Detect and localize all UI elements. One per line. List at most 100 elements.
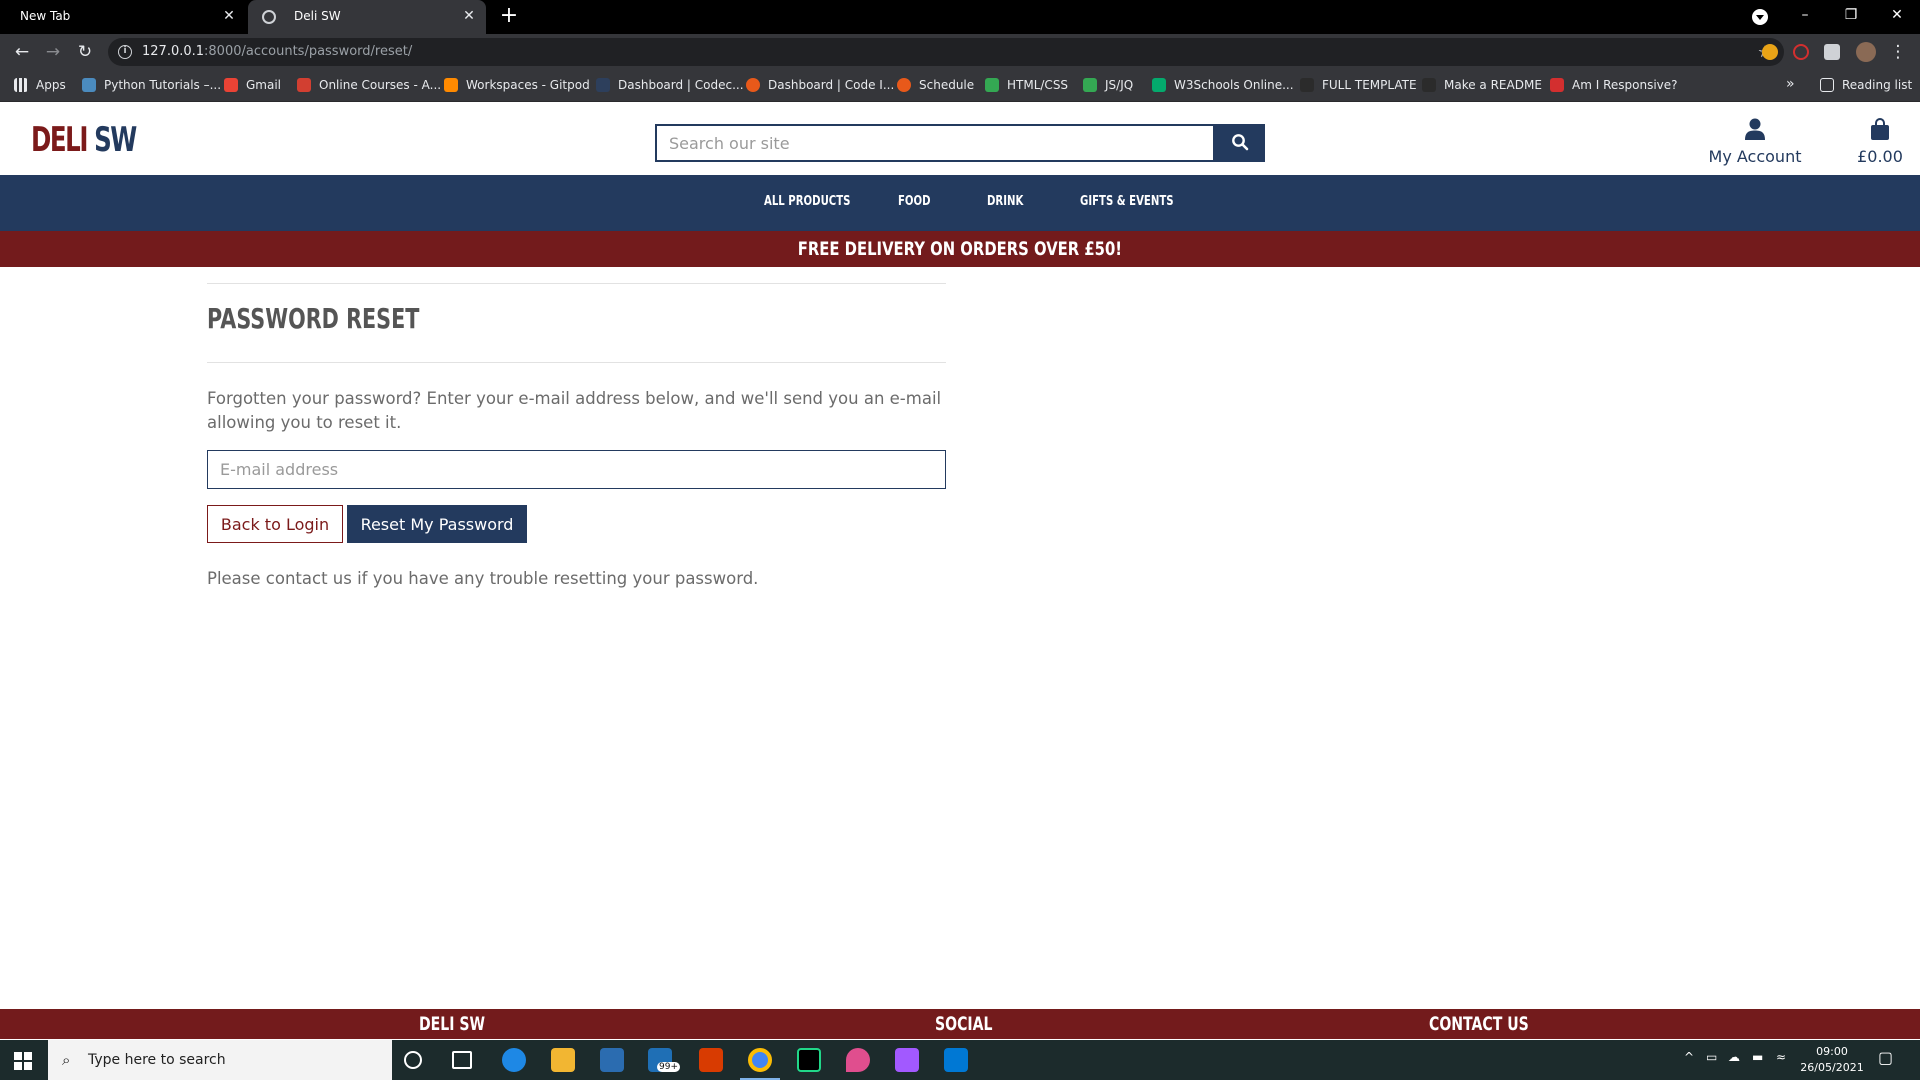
notifications-icon[interactable]: ▢ [1878, 1048, 1893, 1067]
bookmark-label: Gmail [246, 78, 282, 92]
readme-icon [1422, 78, 1436, 92]
vscode-icon[interactable] [944, 1048, 968, 1072]
browser-tab-strip: New Tab ✕ Deli SW ✕ + – ❐ ✕ [0, 0, 1920, 34]
user-icon [1745, 118, 1765, 140]
delivery-banner: FREE DELIVERY ON ORDERS OVER £50! [0, 231, 1920, 267]
bookmark-label: Workspaces - Gitpod [466, 78, 590, 92]
bookmark-label: Dashboard | Code I... [768, 78, 895, 92]
taskbar-search-box[interactable]: ⌕ Type here to search [48, 1040, 392, 1080]
taskbar-search-placeholder: Type here to search [88, 1052, 226, 1068]
task-view-icon[interactable] [452, 1051, 472, 1069]
bookmark-label: Dashboard | Codec... [618, 78, 744, 92]
cortana-icon[interactable] [404, 1051, 422, 1069]
bookmark-dashboard-code-i[interactable]: Dashboard | Code I... [746, 78, 894, 92]
store-icon[interactable] [600, 1048, 624, 1072]
nav-drink[interactable]: DRINK [987, 194, 1023, 209]
python-icon [82, 78, 96, 92]
info-icon[interactable]: i [118, 45, 132, 59]
email-field[interactable] [207, 450, 946, 489]
site-search [655, 124, 1265, 162]
mail-badge: 99+ [657, 1062, 680, 1072]
file-explorer-icon[interactable] [551, 1048, 575, 1072]
my-account-link[interactable]: My Account [1700, 118, 1810, 166]
profile-avatar[interactable] [1856, 42, 1876, 62]
close-icon[interactable]: ✕ [460, 7, 478, 25]
window-close-icon[interactable]: ✕ [1874, 0, 1920, 30]
nav-gifts-events[interactable]: GIFTS & EVENTS [1080, 194, 1174, 209]
new-tab-plus-icon[interactable]: + [498, 5, 520, 27]
bookmark-label: JS/JQ [1105, 78, 1134, 92]
help-text: Please contact us if you have any troubl… [207, 569, 759, 588]
reload-icon[interactable]: ↻ [73, 40, 97, 64]
bookmark-js-jq[interactable]: JS/JQ [1083, 78, 1133, 92]
menu-dots-icon[interactable]: ⋮ [1886, 40, 1910, 64]
js-icon [1083, 78, 1097, 92]
search-input[interactable] [655, 124, 1215, 162]
battery-icon[interactable]: ▬ [1752, 1050, 1763, 1064]
courses-icon [297, 78, 311, 92]
responsive-icon [1550, 78, 1564, 92]
bookmark-label: Online Courses - A... [319, 78, 442, 92]
bookmark-dashboard-codec[interactable]: Dashboard | Codec... [596, 78, 744, 92]
taskbar-clock[interactable]: 09:00 26/05/2021 [1797, 1044, 1867, 1076]
bookmark-python-tutorials[interactable]: Python Tutorials –... [82, 78, 221, 92]
tab-deli-sw[interactable]: Deli SW ✕ [248, 0, 486, 34]
tab-title: Deli SW [294, 9, 341, 23]
wifi-icon[interactable]: ≈ [1776, 1050, 1786, 1064]
extensions-puzzle-icon[interactable] [1824, 44, 1840, 60]
chrome-icon[interactable] [748, 1048, 772, 1072]
search-button[interactable] [1214, 124, 1265, 162]
windows-start-icon[interactable] [14, 1052, 32, 1070]
reset-password-button[interactable]: Reset My Password [347, 505, 527, 543]
extension-block-icon[interactable] [1793, 44, 1809, 60]
nav-food[interactable]: FOOD [898, 194, 931, 209]
extension-g-icon[interactable] [1762, 44, 1778, 60]
button-row: Back to Login Reset My Password [207, 505, 946, 543]
divider [207, 283, 946, 284]
close-icon[interactable]: ✕ [220, 7, 238, 25]
bookmark-online-courses[interactable]: Online Courses - A... [297, 78, 441, 92]
tab-new-tab[interactable]: New Tab ✕ [0, 0, 246, 34]
minimize-icon[interactable]: – [1782, 0, 1828, 30]
bookmark-gmail[interactable]: Gmail [224, 78, 281, 92]
chevron-double-right-icon[interactable]: » [1786, 76, 1795, 92]
password-reset-section: PASSWORD RESET Forgotten your password? … [207, 283, 946, 588]
apps-grid-icon [14, 78, 28, 92]
back-arrow-icon[interactable]: ← [10, 40, 34, 64]
gmail-icon [224, 78, 238, 92]
my-account-label: My Account [1708, 147, 1802, 166]
back-to-login-button[interactable]: Back to Login [207, 505, 343, 543]
bookmark-am-i-responsive[interactable]: Am I Responsive? [1550, 78, 1678, 92]
site-logo[interactable]: DELI SW [31, 120, 137, 160]
bookmark-apps[interactable]: Apps [14, 78, 66, 92]
windows-taskbar: ⌕ Type here to search 99+ ^ ▭ ☁ ▬ ≈ 09:0… [0, 1040, 1920, 1080]
shopping-bag-icon [1871, 118, 1889, 140]
tab-search-icon[interactable] [1752, 9, 1768, 25]
reading-list-button[interactable]: Reading list [1820, 78, 1912, 92]
bookmark-w3schools[interactable]: W3Schools Online... [1152, 78, 1294, 92]
bookmark-full-template[interactable]: FULL TEMPLATE [1300, 78, 1417, 92]
restore-icon[interactable]: ❐ [1828, 0, 1874, 30]
paint-drop-icon[interactable] [846, 1048, 870, 1072]
meet-now-icon[interactable]: ▭ [1706, 1050, 1717, 1064]
shopping-bag-link[interactable]: £0.00 [1840, 118, 1920, 166]
w3schools-icon [1152, 78, 1166, 92]
bookmark-make-readme[interactable]: Make a README [1422, 78, 1542, 92]
onedrive-icon[interactable]: ☁ [1728, 1050, 1740, 1064]
site-footer: DELI SW SOCIAL CONTACT US [0, 1009, 1920, 1039]
bookmark-schedule[interactable]: Schedule [897, 78, 974, 92]
url-path: :8000/accounts/password/reset/ [204, 44, 413, 59]
bookmark-html-css[interactable]: HTML/CSS [985, 78, 1068, 92]
bag-total: £0.00 [1857, 147, 1903, 166]
bookmark-label: Make a README [1444, 78, 1542, 92]
forward-arrow-icon[interactable]: → [41, 40, 65, 64]
address-bar[interactable]: i 127.0.0.1:8000/accounts/password/reset… [108, 38, 1784, 66]
edge-icon[interactable] [502, 1048, 526, 1072]
bookmark-gitpod[interactable]: Workspaces - Gitpod [444, 78, 590, 92]
nav-all-products[interactable]: ALL PRODUCTS [764, 194, 850, 209]
url-host: 127.0.0.1 [142, 44, 205, 59]
chevron-up-icon[interactable]: ^ [1684, 1050, 1694, 1064]
figma-icon[interactable] [895, 1048, 919, 1072]
office-icon[interactable] [699, 1048, 723, 1072]
pycharm-icon[interactable] [797, 1048, 821, 1072]
